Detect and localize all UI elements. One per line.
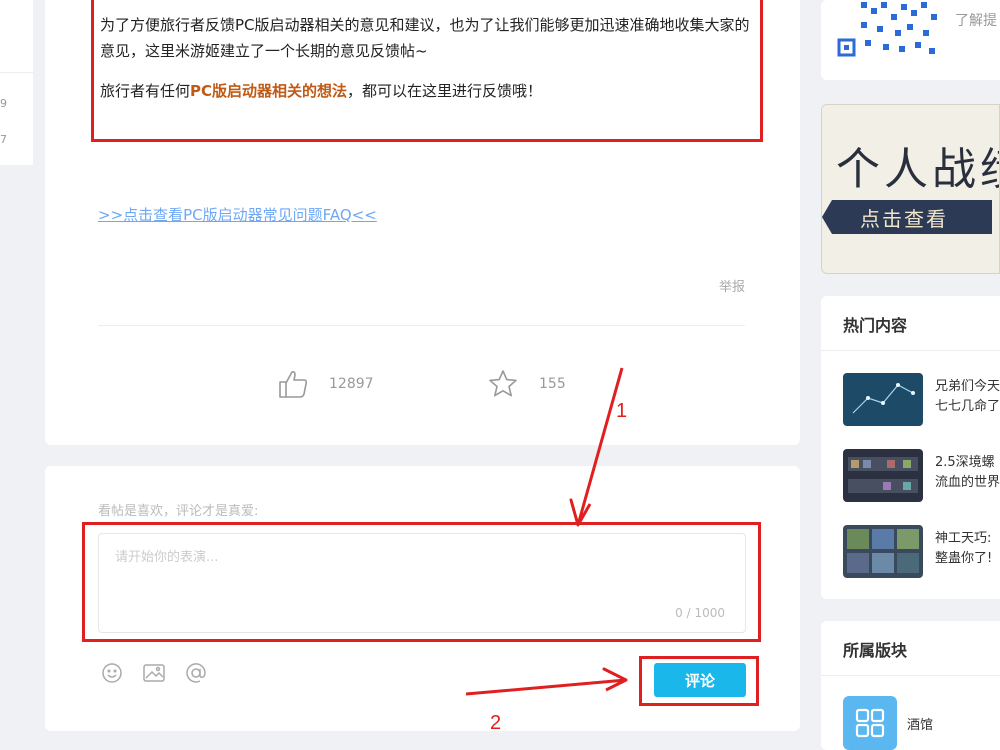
hot-item-line: 2.5深境螺 bbox=[935, 455, 995, 470]
star-icon bbox=[489, 370, 517, 397]
report-link[interactable]: 举报 bbox=[719, 276, 745, 295]
divider bbox=[821, 675, 1000, 676]
intro-prefix: 旅行者有任何 bbox=[100, 82, 191, 100]
left-sidebar-fragment: 9 7 bbox=[0, 0, 33, 165]
left-fragment-text: 9 bbox=[0, 97, 7, 110]
submit-comment-button[interactable]: 评论 bbox=[654, 663, 746, 697]
comment-input[interactable]: 请开始你的表演... 0 / 1000 bbox=[98, 533, 746, 633]
favorite-button[interactable]: 155 bbox=[487, 368, 566, 400]
char-counter: 0 / 1000 bbox=[675, 606, 725, 620]
hot-item-line: 兄弟们今天 bbox=[935, 379, 1000, 394]
divider bbox=[0, 72, 33, 73]
intro-suffix: ，都可以在这里进行反馈哦！ bbox=[347, 82, 543, 100]
qr-code-icon bbox=[837, 0, 941, 57]
intro-highlight-box: 为了方便旅行者反馈PC版启动器相关的意见和建议，也为了让我们能够更加迅速准确地收… bbox=[91, 0, 763, 142]
hot-item-text: 神工天巧: 整蛊你了! bbox=[935, 529, 992, 569]
faq-link[interactable]: >>点击查看PC版启动器常见问题FAQ<< bbox=[98, 204, 377, 225]
hot-thumbnail bbox=[843, 525, 923, 578]
hot-content-card: 热门内容 兄弟们今天 七七几命了 2.5深境螺 流血的世界 神工天巧: 整蛊你了… bbox=[821, 296, 1000, 599]
hot-item[interactable]: 神工天巧: 整蛊你了! bbox=[843, 525, 1000, 579]
comment-placeholder: 请开始你的表演... bbox=[115, 550, 219, 565]
qr-card: 了解提 bbox=[821, 0, 1000, 80]
hot-item-line: 七七几命了 bbox=[935, 399, 1000, 414]
banner-view-button[interactable]: 点击查看 bbox=[822, 200, 992, 234]
like-count: 12897 bbox=[329, 376, 374, 392]
hot-content-title: 热门内容 bbox=[843, 316, 908, 335]
forum-link[interactable]: 酒馆 bbox=[843, 696, 933, 750]
image-icon[interactable] bbox=[140, 662, 168, 684]
comment-card: 看帖是喜欢，评论才是真爱: 请开始你的表演... 0 / 1000 评论 bbox=[45, 466, 800, 731]
hot-item-text: 2.5深境螺 流血的世界 bbox=[935, 453, 1000, 493]
annotation-label-1: 1 bbox=[616, 400, 628, 422]
annotation-label-2: 2 bbox=[490, 712, 502, 734]
hot-item-line: 整蛊你了! bbox=[935, 551, 993, 566]
post-card: 为了方便旅行者反馈PC版启动器相关的意见和建议，也为了让我们能够更加迅速准确地收… bbox=[45, 0, 800, 445]
intro-paragraph: 为了方便旅行者反馈PC版启动器相关的意见和建议，也为了让我们能够更加迅速准确地收… bbox=[100, 16, 750, 60]
hot-item[interactable]: 兄弟们今天 七七几命了 bbox=[843, 373, 1000, 427]
hot-thumbnail bbox=[843, 449, 923, 502]
divider bbox=[821, 350, 1000, 351]
left-fragment-text: 7 bbox=[0, 133, 7, 146]
forum-section-title: 所属版块 bbox=[843, 641, 908, 660]
grid-icon bbox=[843, 696, 897, 750]
emoji-icon[interactable] bbox=[98, 662, 126, 684]
forum-name: 酒馆 bbox=[907, 717, 934, 733]
at-icon[interactable] bbox=[182, 662, 210, 684]
intro-paragraph-2: 旅行者有任何PC版启动器相关的想法，都可以在这里进行反馈哦！ bbox=[100, 78, 760, 104]
qr-caption: 了解提 bbox=[955, 13, 997, 29]
hot-item[interactable]: 2.5深境螺 流血的世界 bbox=[843, 449, 1000, 503]
hot-thumbnail bbox=[843, 373, 923, 426]
hot-item-text: 兄弟们今天 七七几命了 bbox=[935, 377, 1000, 417]
forum-card: 所属版块 酒馆 bbox=[821, 621, 1000, 750]
divider bbox=[98, 325, 745, 326]
stats-banner[interactable]: 个人战绩 点击查看 bbox=[821, 104, 1000, 274]
comment-hint: 看帖是喜欢，评论才是真爱: bbox=[98, 504, 259, 519]
intro-highlight: PC版启动器相关的想法 bbox=[190, 82, 348, 100]
banner-title: 个人战绩 bbox=[836, 144, 999, 195]
favorite-count: 155 bbox=[539, 376, 566, 392]
thumbs-up-icon bbox=[279, 371, 308, 398]
like-button[interactable]: 12897 bbox=[277, 368, 374, 400]
hot-item-line: 神工天巧: bbox=[935, 531, 992, 546]
comment-toolbar bbox=[98, 662, 210, 684]
hot-item-line: 流血的世界 bbox=[935, 475, 1000, 490]
